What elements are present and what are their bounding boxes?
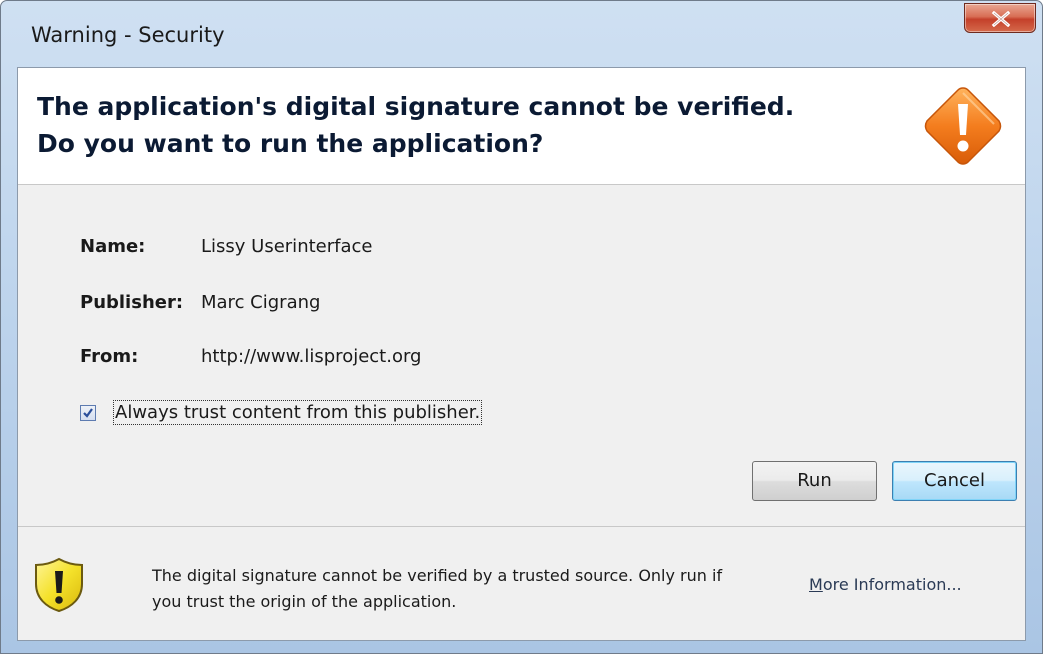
shield-warning-icon [35,557,83,613]
trust-publisher-checkbox[interactable] [80,405,96,421]
footer-message: The digital signature cannot be verified… [152,566,723,611]
checkmark-icon [83,408,93,418]
trust-publisher-label[interactable]: Always trust content from this publisher… [112,400,483,425]
dialog-content: The application's digital signature cann… [17,67,1026,641]
publisher-label: Publisher: [80,292,184,313]
more-information-text: ore Information... [822,575,962,594]
headline-line-1: The application's digital signature cann… [37,92,795,121]
window-title: Warning - Security [31,23,225,47]
dialog-header: The application's digital signature cann… [18,68,1025,185]
headline: The application's digital signature cann… [37,88,794,162]
warning-diamond-icon [924,87,1002,165]
more-information-mnemonic: M [809,575,823,594]
name-label: Name: [80,236,146,257]
security-warning-dialog: Warning - Security The application's dig… [0,0,1043,654]
close-button[interactable] [964,3,1036,33]
close-icon [991,11,1011,27]
from-label: From: [80,346,139,367]
publisher-value: Marc Cigrang [201,292,321,313]
more-information-link[interactable]: More Information... [809,575,962,594]
name-value: Lissy Userinterface [201,236,373,257]
run-button[interactable]: Run [752,461,877,501]
title-bar[interactable]: Warning - Security [1,1,1042,67]
headline-line-2: Do you want to run the application? [37,129,544,158]
dialog-footer: The digital signature cannot be verified… [18,526,1025,640]
cancel-button[interactable]: Cancel [892,461,1017,501]
from-value: http://www.lisproject.org [201,346,422,367]
